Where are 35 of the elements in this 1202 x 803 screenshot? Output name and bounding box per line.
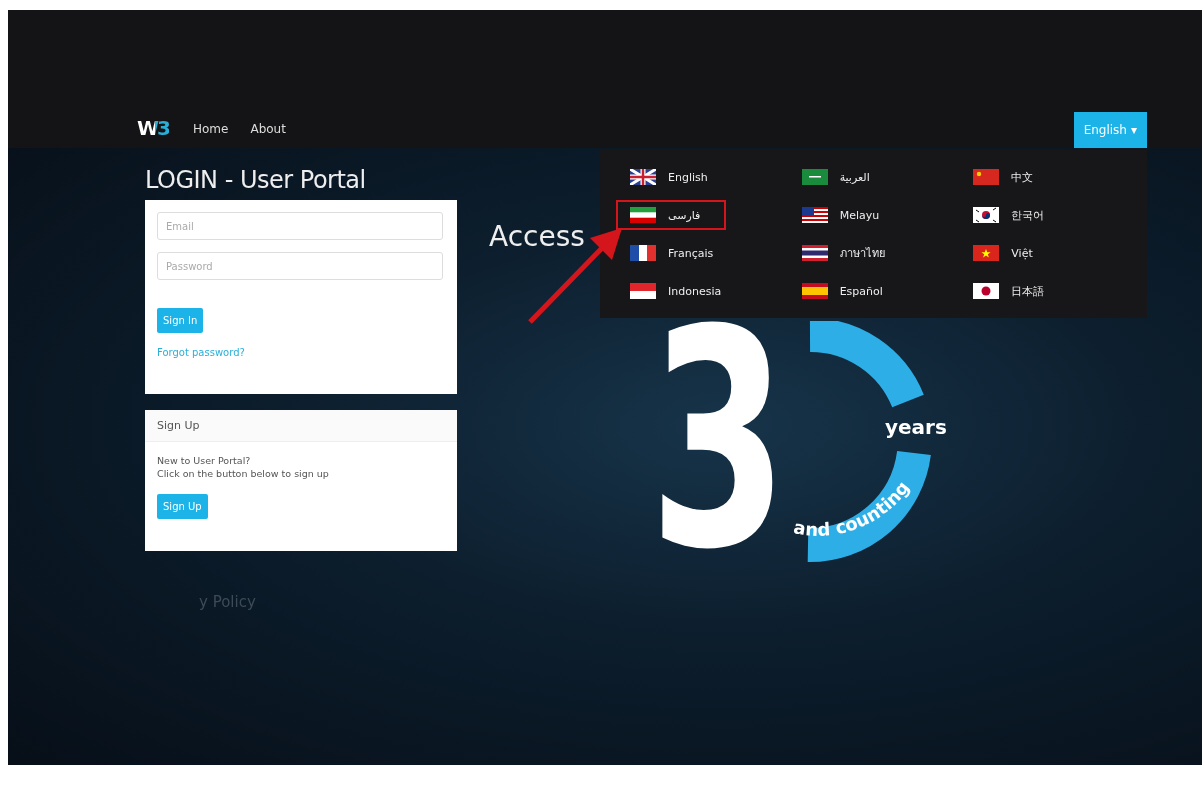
language-option[interactable]: Español bbox=[787, 276, 898, 306]
language-option[interactable]: Français bbox=[616, 238, 728, 268]
big-number: 3 bbox=[649, 321, 790, 561]
email-field[interactable]: Email bbox=[157, 212, 443, 240]
language-option[interactable]: العربية bbox=[787, 162, 898, 192]
caret-icon: ▾ bbox=[1130, 123, 1137, 137]
language-option[interactable]: Melayu bbox=[787, 200, 898, 230]
language-option[interactable]: English bbox=[616, 162, 726, 192]
password-field[interactable]: Password bbox=[157, 252, 443, 280]
flag-icon bbox=[630, 245, 656, 261]
language-option[interactable]: 한국어 bbox=[959, 200, 1070, 230]
language-option[interactable]: 日本語 bbox=[959, 276, 1070, 306]
signup-header: Sign Up bbox=[145, 410, 457, 442]
flag-icon bbox=[630, 169, 656, 185]
flag-icon bbox=[801, 169, 828, 185]
flag-icon bbox=[973, 169, 1000, 185]
flag-icon bbox=[630, 207, 656, 223]
flag-icon bbox=[973, 283, 1000, 299]
flag-icon bbox=[801, 207, 828, 223]
flag-icon bbox=[630, 283, 656, 299]
access-heading: Access bbox=[489, 220, 585, 253]
flag-icon bbox=[973, 245, 1000, 261]
flag-icon bbox=[801, 283, 828, 299]
page-title: LOGIN - User Portal bbox=[145, 166, 367, 194]
signup-text: New to User Portal? Click on the button below to sign up bbox=[157, 454, 330, 480]
language-option[interactable]: فارسی bbox=[616, 200, 726, 230]
flag-icon bbox=[973, 207, 1000, 223]
nav-link[interactable]: About bbox=[250, 122, 286, 136]
language-option[interactable]: ภาษาไทย bbox=[787, 238, 899, 268]
language-option[interactable]: Việt bbox=[959, 238, 1070, 268]
flag-icon bbox=[801, 245, 828, 261]
language-option[interactable]: Indonesia bbox=[616, 276, 736, 306]
years-label: years bbox=[885, 415, 947, 439]
nav-link[interactable]: Home bbox=[193, 122, 229, 136]
language-option[interactable]: 中文 bbox=[959, 162, 1070, 192]
